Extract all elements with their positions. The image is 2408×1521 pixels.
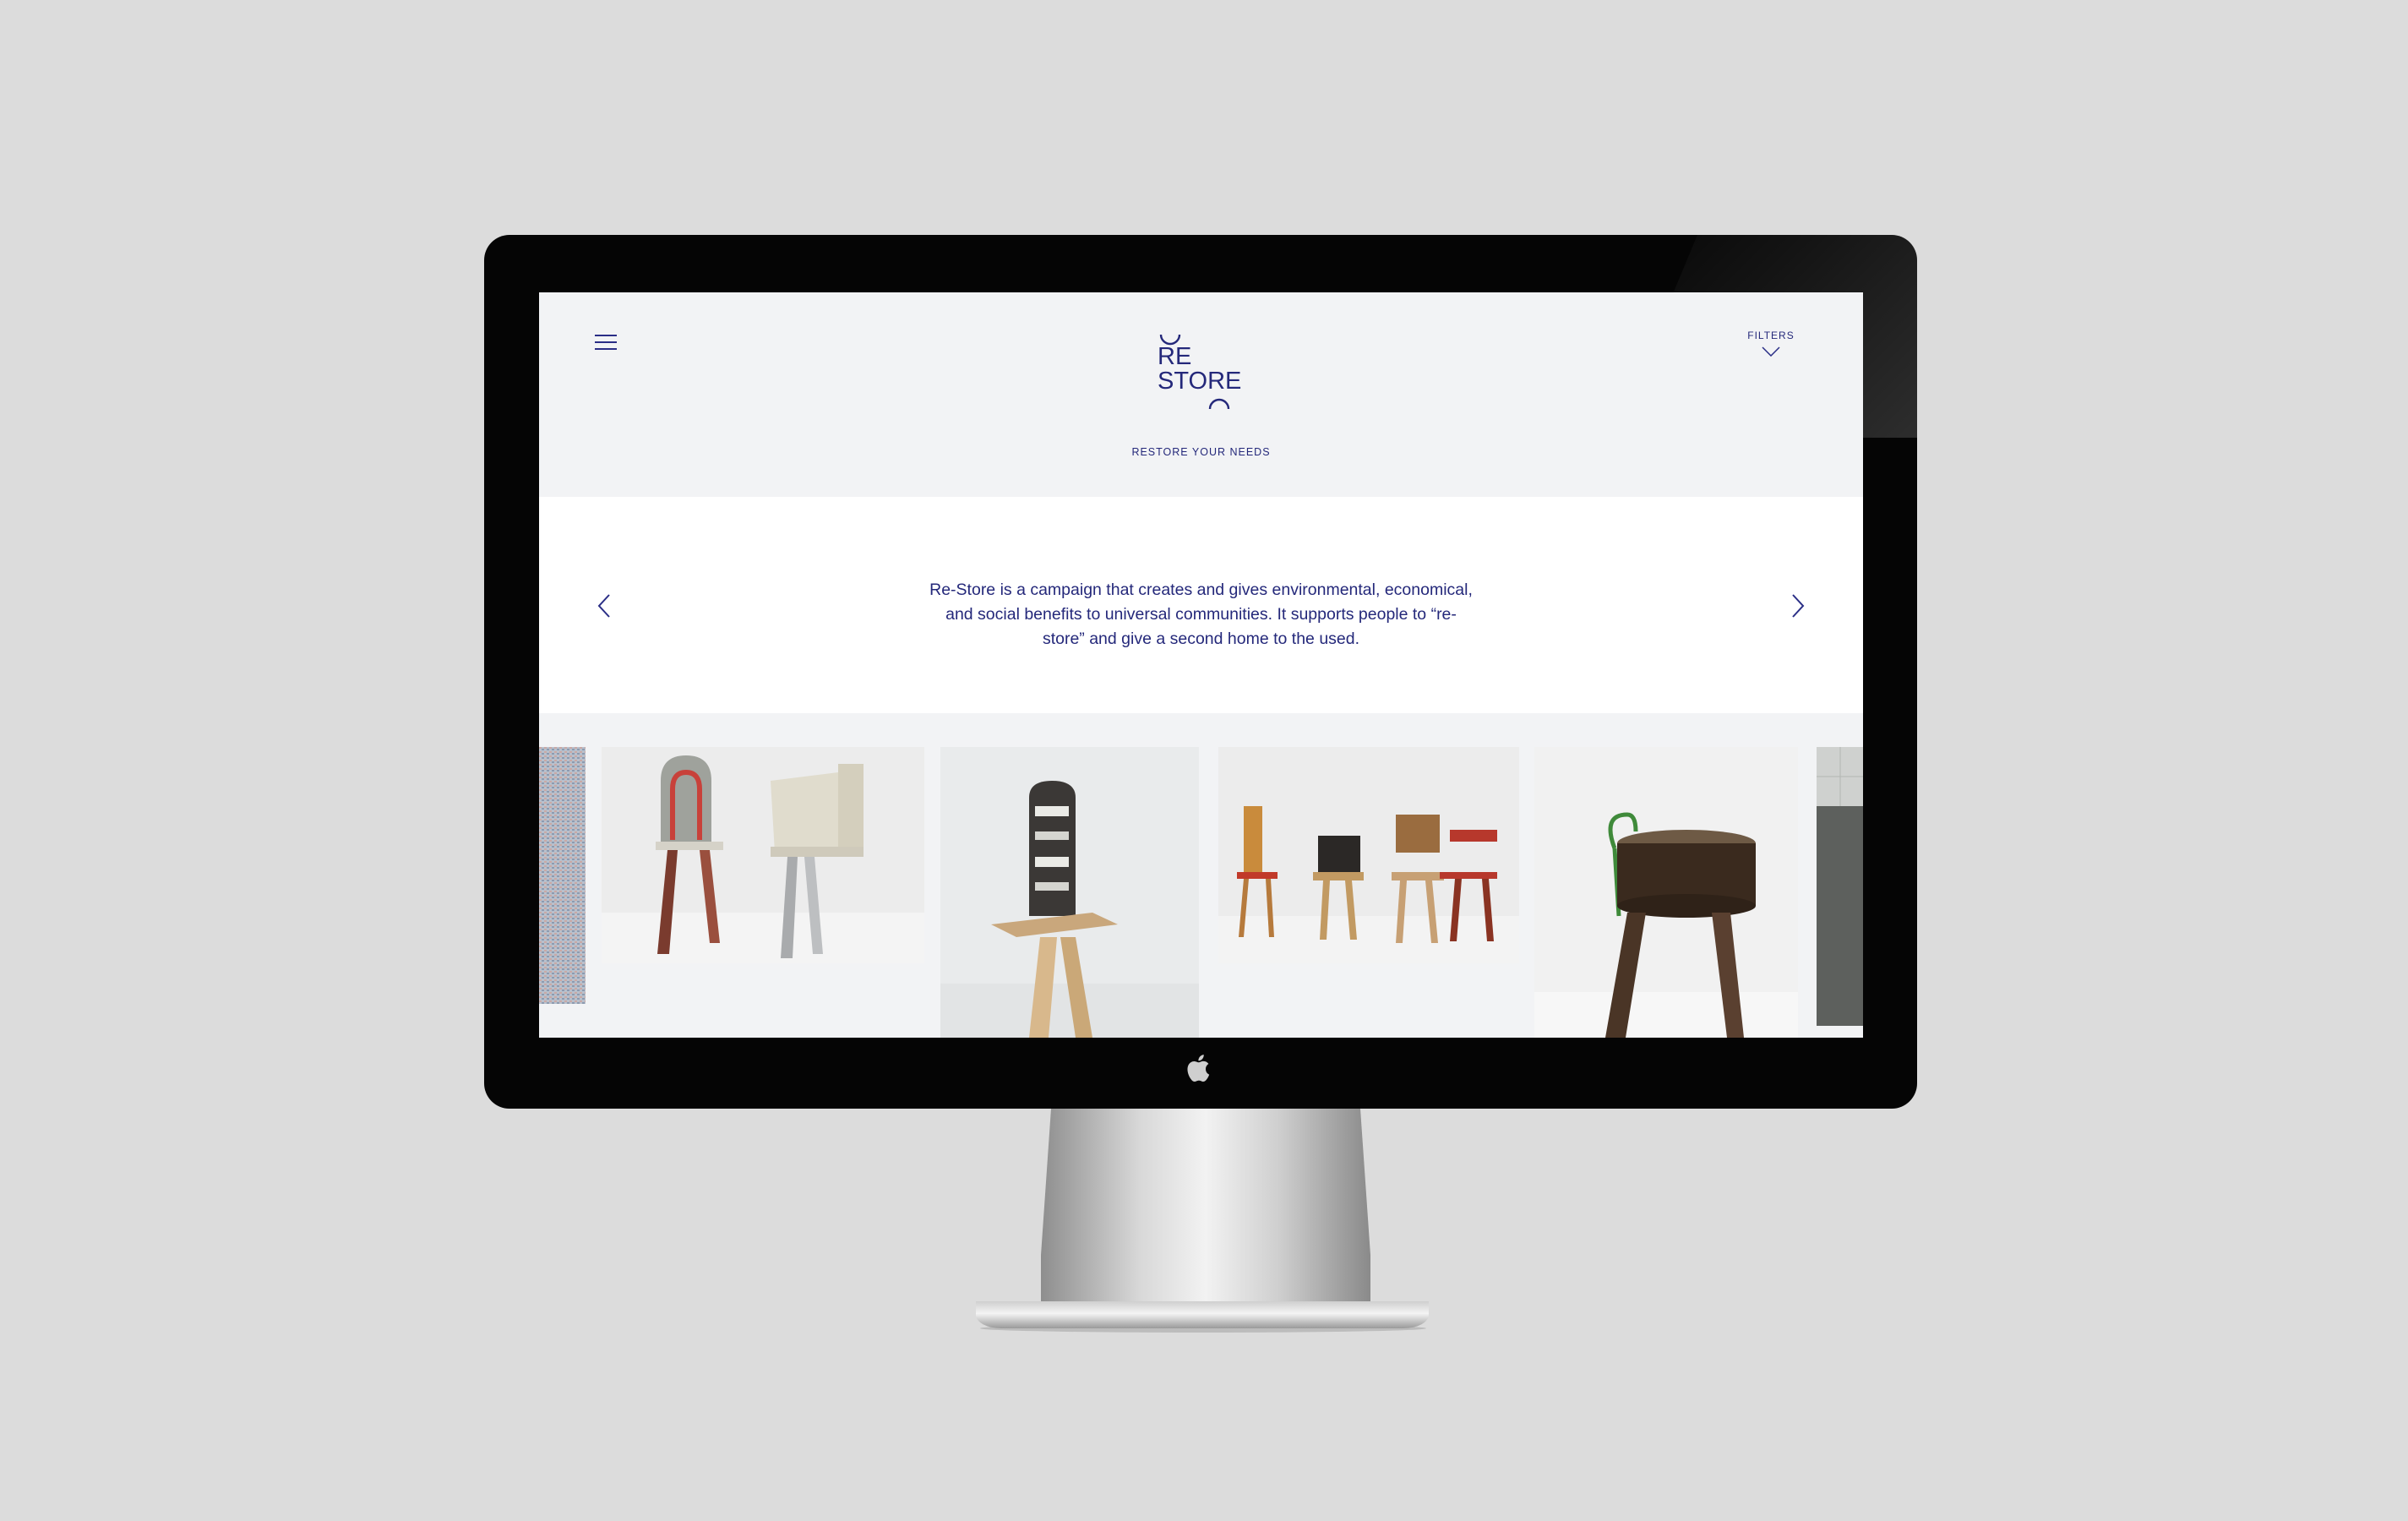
site-tagline: RESTORE YOUR NEEDS (1131, 446, 1271, 458)
chevron-left-icon[interactable] (597, 593, 612, 619)
filters-button[interactable]: FILTERS (1741, 330, 1801, 357)
logo-wordmark: RE STORE (1158, 345, 1241, 394)
gallery-item-stump-stool[interactable] (1534, 747, 1798, 1038)
chevron-down-icon (1762, 346, 1780, 357)
site-header: RE STORE RESTORE YOUR NEEDS FILTERS (539, 292, 1863, 497)
tiles-photo (1817, 747, 1863, 1026)
gallery-item-tiles[interactable] (1817, 747, 1863, 1026)
filters-label: FILTERS (1747, 330, 1795, 341)
gallery-item-fabric[interactable] (539, 747, 586, 1004)
skateboard-chair-photo (940, 747, 1199, 1038)
logo-line-re: RE (1158, 343, 1192, 370)
apple-logo-icon (1187, 1055, 1210, 1082)
website-screen: RE STORE RESTORE YOUR NEEDS FILTERS Re-S… (539, 292, 1863, 1038)
stump-stool-photo (1534, 747, 1798, 1038)
monitor-stand-neck (1041, 1109, 1370, 1328)
product-gallery (539, 713, 1863, 1038)
two-chairs-photo (602, 747, 924, 963)
restore-logo[interactable]: RE STORE (1154, 333, 1247, 417)
gallery-item-two-chairs[interactable] (602, 747, 924, 963)
four-chairs-photo (1218, 747, 1519, 963)
monitor-stand-base (976, 1301, 1429, 1328)
intro-carousel: Re-Store is a campaign that creates and … (539, 497, 1863, 713)
fabric-photo (539, 747, 586, 1004)
hamburger-icon[interactable] (595, 335, 617, 352)
chevron-right-icon[interactable] (1790, 593, 1806, 619)
gallery-item-four-chairs[interactable] (1218, 747, 1519, 963)
logo-line-store: STORE (1158, 368, 1242, 395)
gallery-item-skateboard-chair[interactable] (940, 747, 1199, 1038)
intro-text: Re-Store is a campaign that creates and … (929, 581, 1473, 648)
